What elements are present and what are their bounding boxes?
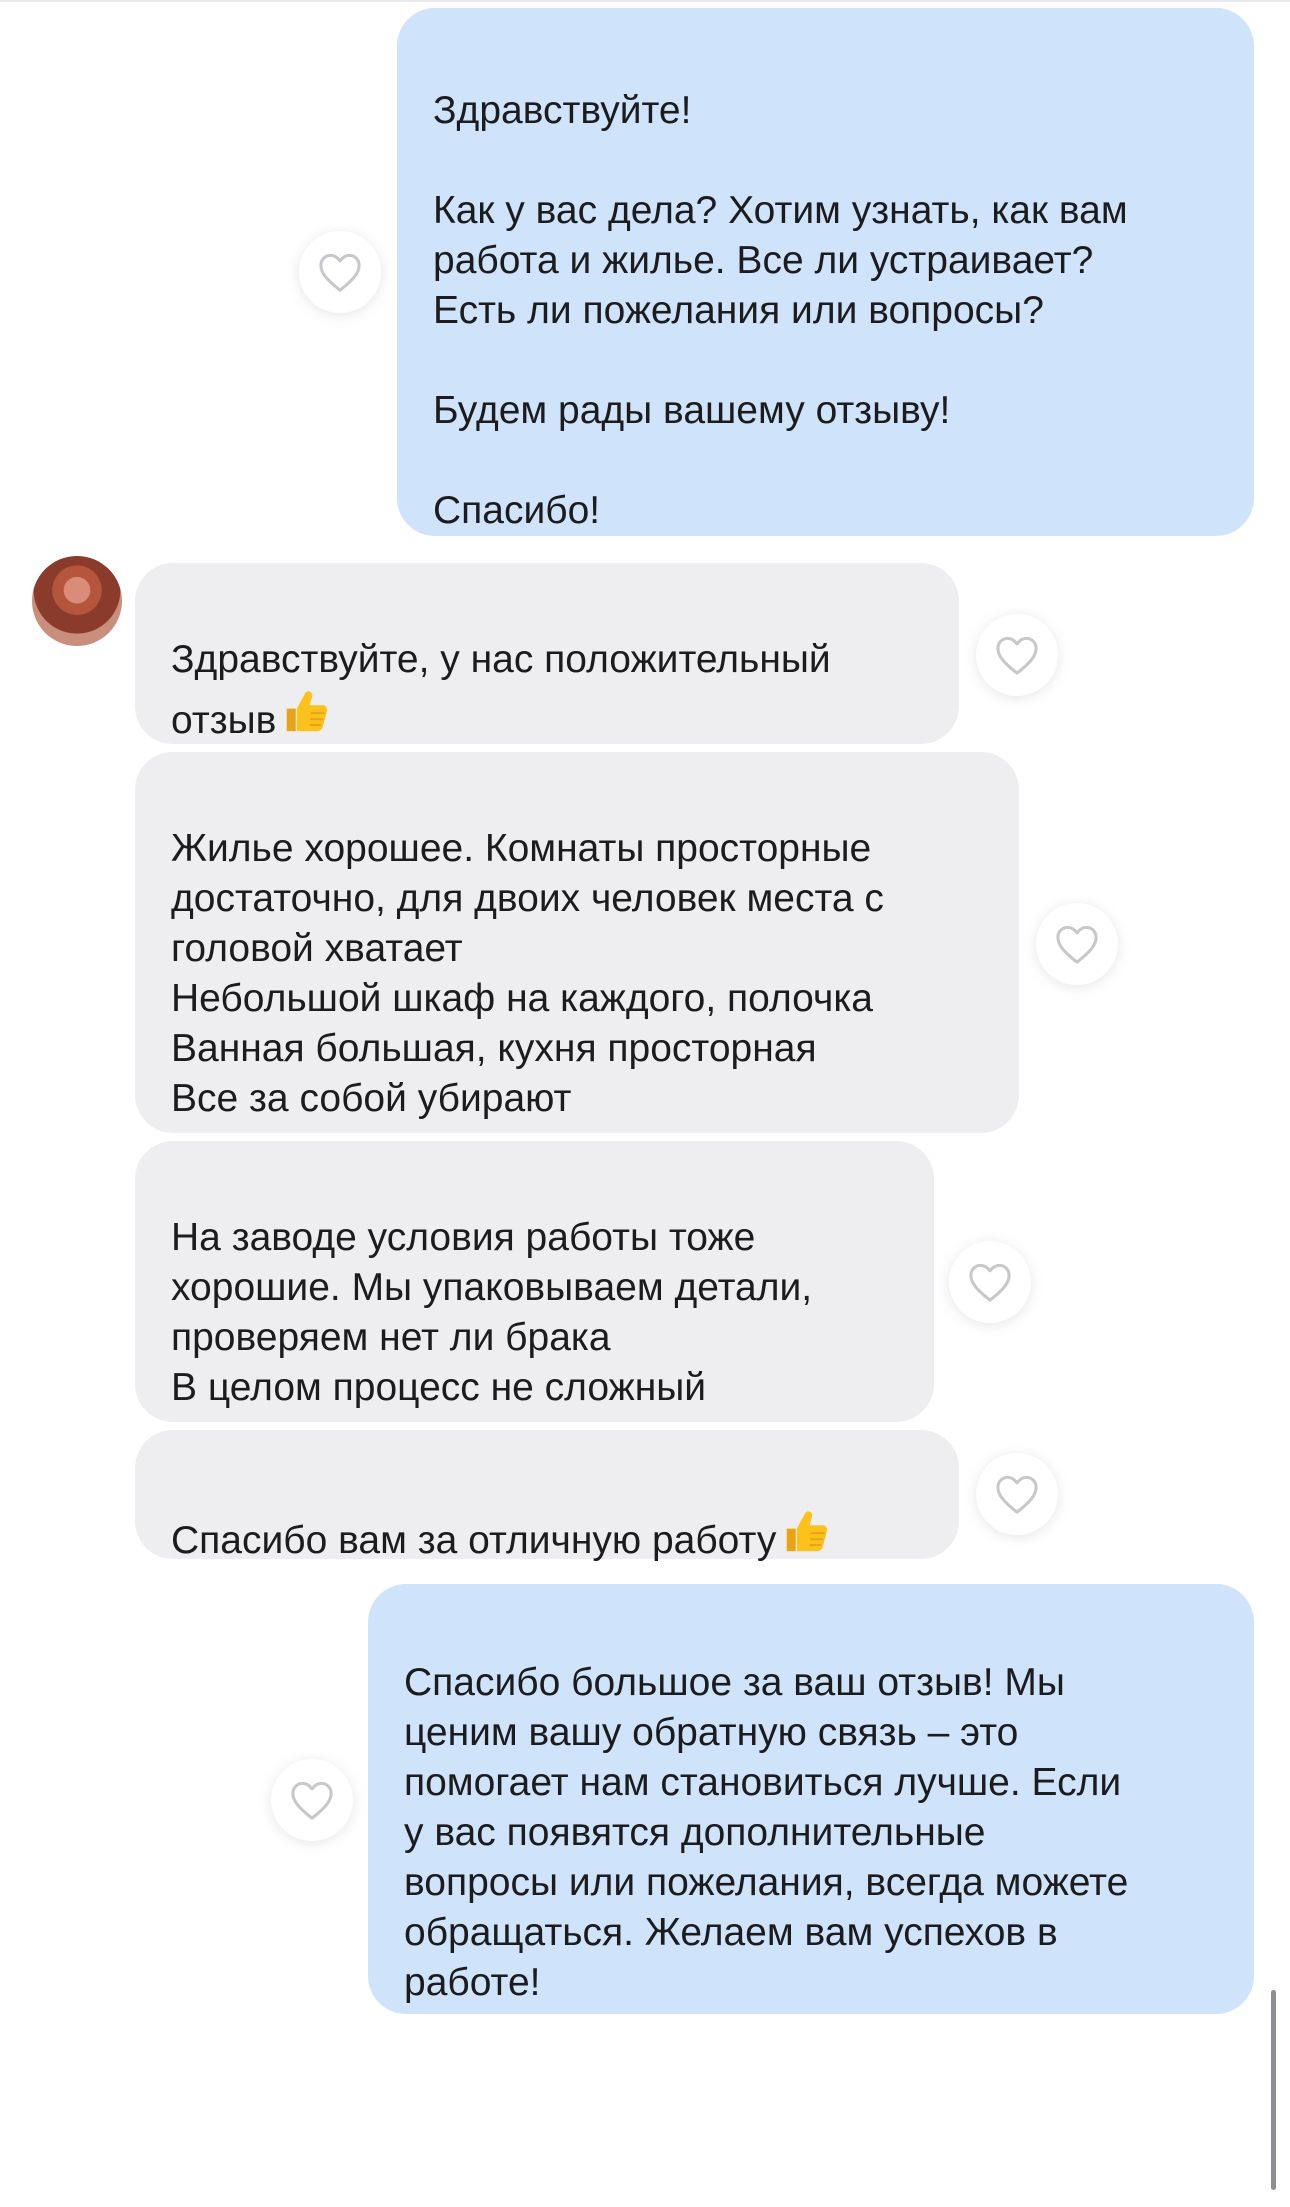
message-text: Здравствуйте, у нас положительный отзыв <box>171 638 831 742</box>
reaction-heart-button[interactable] <box>271 1759 353 1841</box>
message-bubble-incoming[interactable]: Спасибо вам за отличную работу <box>135 1430 959 1562</box>
heart-outline-icon <box>969 1263 1011 1302</box>
message-text: На заводе условия работы тоже хорошие. М… <box>171 1216 813 1409</box>
reaction-heart-button[interactable] <box>976 614 1058 696</box>
message-bubble-outgoing[interactable]: Здравствуйте! Как у вас дела? Хотим узна… <box>397 8 1254 536</box>
message-bubble-incoming[interactable]: Жилье хорошее. Комнаты просторные достат… <box>135 752 1019 1133</box>
reaction-heart-button[interactable] <box>299 231 381 313</box>
message-text: Спасибо вам за отличную работу <box>171 1519 777 1562</box>
heart-outline-icon <box>291 1781 333 1820</box>
message-text: Спасибо большое за ваш отзыв! Мы ценим в… <box>404 1661 1129 2004</box>
message-bubble-outgoing[interactable]: Спасибо большое за ваш отзыв! Мы ценим в… <box>368 1584 1254 2014</box>
thumbs-up-icon <box>780 1505 834 1572</box>
heart-outline-icon <box>319 253 361 292</box>
reaction-heart-button[interactable] <box>1036 903 1118 985</box>
message-text: Жилье хорошее. Комнаты просторные достат… <box>171 827 884 1120</box>
message-bubble-incoming[interactable]: На заводе условия работы тоже хорошие. М… <box>135 1141 934 1422</box>
heart-outline-icon <box>1056 925 1098 964</box>
avatar[interactable] <box>32 556 122 646</box>
heart-outline-icon <box>996 1475 1038 1514</box>
thumbs-up-icon <box>280 685 334 752</box>
message-text: Здравствуйте! Как у вас дела? Хотим узна… <box>433 89 1128 532</box>
message-bubble-incoming[interactable]: Здравствуйте, у нас положительный отзыв <box>135 563 959 744</box>
reaction-heart-button[interactable] <box>976 1453 1058 1535</box>
heart-outline-icon <box>996 636 1038 675</box>
reaction-heart-button[interactable] <box>949 1241 1031 1323</box>
top-divider <box>0 0 1290 2</box>
scrollbar[interactable] <box>1271 1990 1276 2190</box>
